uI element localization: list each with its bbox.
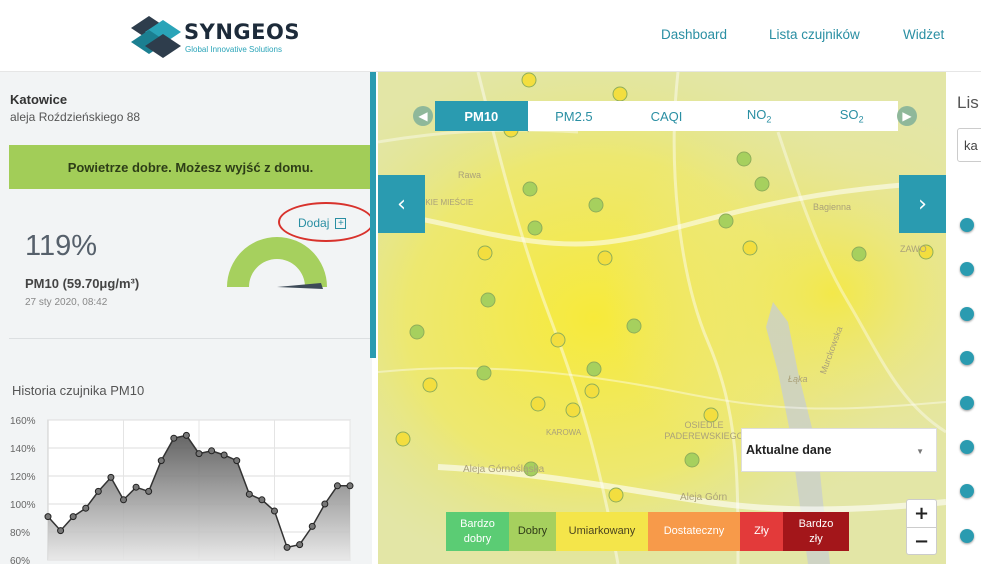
chart-point xyxy=(245,490,253,498)
y-tick-label: 100% xyxy=(10,500,36,511)
chevron-left-icon: ‹ xyxy=(397,191,406,217)
map-label: Aleja Górn xyxy=(680,492,728,503)
list-item-marker[interactable] xyxy=(960,262,974,276)
logo-icon xyxy=(131,16,181,58)
caret-down-icon: ▼ xyxy=(916,447,924,456)
app-root: SYNGEOS Global Innovative Solutions Dash… xyxy=(0,0,981,564)
chart-point xyxy=(44,513,52,521)
list-item-marker[interactable] xyxy=(960,396,974,410)
list-item-marker[interactable] xyxy=(960,529,974,543)
chart-point xyxy=(258,496,266,504)
sensor-city: Katowice xyxy=(10,92,68,107)
top-header: SYNGEOS Global Innovative Solutions Dash… xyxy=(0,0,981,72)
map-label: Łąka xyxy=(788,374,808,384)
list-item-marker[interactable] xyxy=(960,440,974,454)
chart-point xyxy=(107,473,115,481)
chart-point xyxy=(182,431,190,439)
aqi-gauge xyxy=(227,237,327,289)
history-chart: 160% 140% 120% 100% 80% 60% xyxy=(10,416,354,564)
legend-item: Dobry xyxy=(509,512,556,551)
map-label: ZAWO xyxy=(900,244,927,254)
air-quality-banner: Powietrze dobre. Możesz wyjść z domu. xyxy=(9,145,372,189)
chart-point xyxy=(271,507,278,515)
pollutant-tabs: PM10 PM2.5 CAQI NO2 SO2 xyxy=(435,101,898,131)
nav-widget[interactable]: Widżet xyxy=(903,27,944,42)
tab-pm25[interactable]: PM2.5 xyxy=(528,101,621,131)
chart-point xyxy=(308,522,316,530)
chart-point xyxy=(120,496,127,504)
chart-point xyxy=(170,434,178,442)
history-title: Historia czujnika PM10 xyxy=(12,383,145,398)
panel-scrollbar[interactable] xyxy=(370,72,376,358)
y-tick-label: 140% xyxy=(10,444,36,455)
chart-point xyxy=(195,450,203,458)
gauge-needle xyxy=(277,283,323,289)
sensor-search-input[interactable]: ka xyxy=(957,128,981,162)
tab-pm10[interactable]: PM10 xyxy=(435,101,528,131)
tabs-next-icon[interactable]: ▶ xyxy=(897,106,917,126)
chart-point xyxy=(283,543,291,551)
air-quality-map[interactable]: Rawa ŚKIE MIEŚCIE Bagienna ZAWO Łąka OSI… xyxy=(378,72,946,564)
y-tick-label: 60% xyxy=(10,556,30,564)
sensor-list-title: Lis xyxy=(957,93,979,112)
chevron-right-icon: › xyxy=(918,191,927,217)
brand-name: SYNGEOS xyxy=(184,20,300,44)
list-item-marker[interactable] xyxy=(960,484,974,498)
chart-point xyxy=(145,487,153,495)
y-tick-label: 80% xyxy=(10,528,30,539)
brand-tagline: Global Innovative Solutions xyxy=(185,45,282,54)
map-label: KAROWA xyxy=(546,428,582,437)
map-label: OSIEDLE PADEREWSKIEGO xyxy=(664,420,744,441)
zoom-out-button[interactable]: − xyxy=(907,527,936,554)
map-label: Rawa xyxy=(458,170,482,180)
nav-dashboard[interactable]: Dashboard xyxy=(661,27,727,42)
tab-no2[interactable]: NO2 xyxy=(713,101,806,131)
map-label: Aleja Górnośląska xyxy=(463,464,545,475)
zoom-in-button[interactable]: + xyxy=(907,500,936,527)
chart-point xyxy=(94,487,102,495)
map-prev-button[interactable]: ‹ xyxy=(378,175,425,233)
chart-point xyxy=(233,457,241,465)
map-background xyxy=(378,72,946,564)
quality-legend: Bardzo dobry Dobry Umiarkowany Dostateczny Zł… xyxy=(446,512,849,551)
map-label: ŚKIE MIEŚCIE xyxy=(420,198,474,207)
sensor-street: aleja Roździeńskiego 88 xyxy=(10,110,141,124)
list-item-marker[interactable] xyxy=(960,307,974,321)
sensor-location: Katowice aleja Roździeńskiego 88 xyxy=(10,92,140,124)
legend-item: Bardzo zły xyxy=(783,512,849,551)
legend-item: Bardzo dobry xyxy=(446,512,509,551)
list-item-marker[interactable] xyxy=(960,351,974,365)
zoom-control: + − xyxy=(906,499,937,555)
data-mode-value: Aktualne dane xyxy=(746,443,832,457)
tab-caqi[interactable]: CAQI xyxy=(620,101,713,131)
chart-point xyxy=(69,513,77,521)
chart-point xyxy=(333,482,341,490)
brand-logo[interactable]: SYNGEOS Global Innovative Solutions xyxy=(127,10,302,66)
map-next-button[interactable]: › xyxy=(899,175,946,233)
chart-point xyxy=(82,504,90,512)
y-tick-label: 120% xyxy=(10,472,36,483)
legend-item: Zły xyxy=(740,512,783,551)
map-label: Bagienna xyxy=(813,202,852,212)
nav-sensor-list[interactable]: Lista czujników xyxy=(769,27,860,42)
chart-point xyxy=(157,457,165,465)
y-tick-label: 160% xyxy=(10,416,36,427)
legend-item: Dostateczny xyxy=(648,512,740,551)
data-mode-select[interactable]: Aktualne dane ▼ xyxy=(741,428,937,472)
chart-point xyxy=(346,482,354,490)
tabs-prev-icon[interactable]: ◀ xyxy=(413,106,433,126)
chart-point xyxy=(220,451,228,459)
chart-point xyxy=(132,483,140,491)
legend-item: Umiarkowany xyxy=(556,512,648,551)
list-item-marker[interactable] xyxy=(960,218,974,232)
chart-point xyxy=(321,500,329,508)
chart-point xyxy=(296,541,304,549)
reading-date: 27 sty 2020, 08:42 xyxy=(25,297,108,308)
chart-point xyxy=(208,447,216,455)
chart-point xyxy=(57,527,65,535)
tab-so2[interactable]: SO2 xyxy=(805,101,898,131)
pm-reading: PM10 (59.70μg/m³) xyxy=(25,276,140,291)
pm-percent: 119% xyxy=(25,230,98,262)
